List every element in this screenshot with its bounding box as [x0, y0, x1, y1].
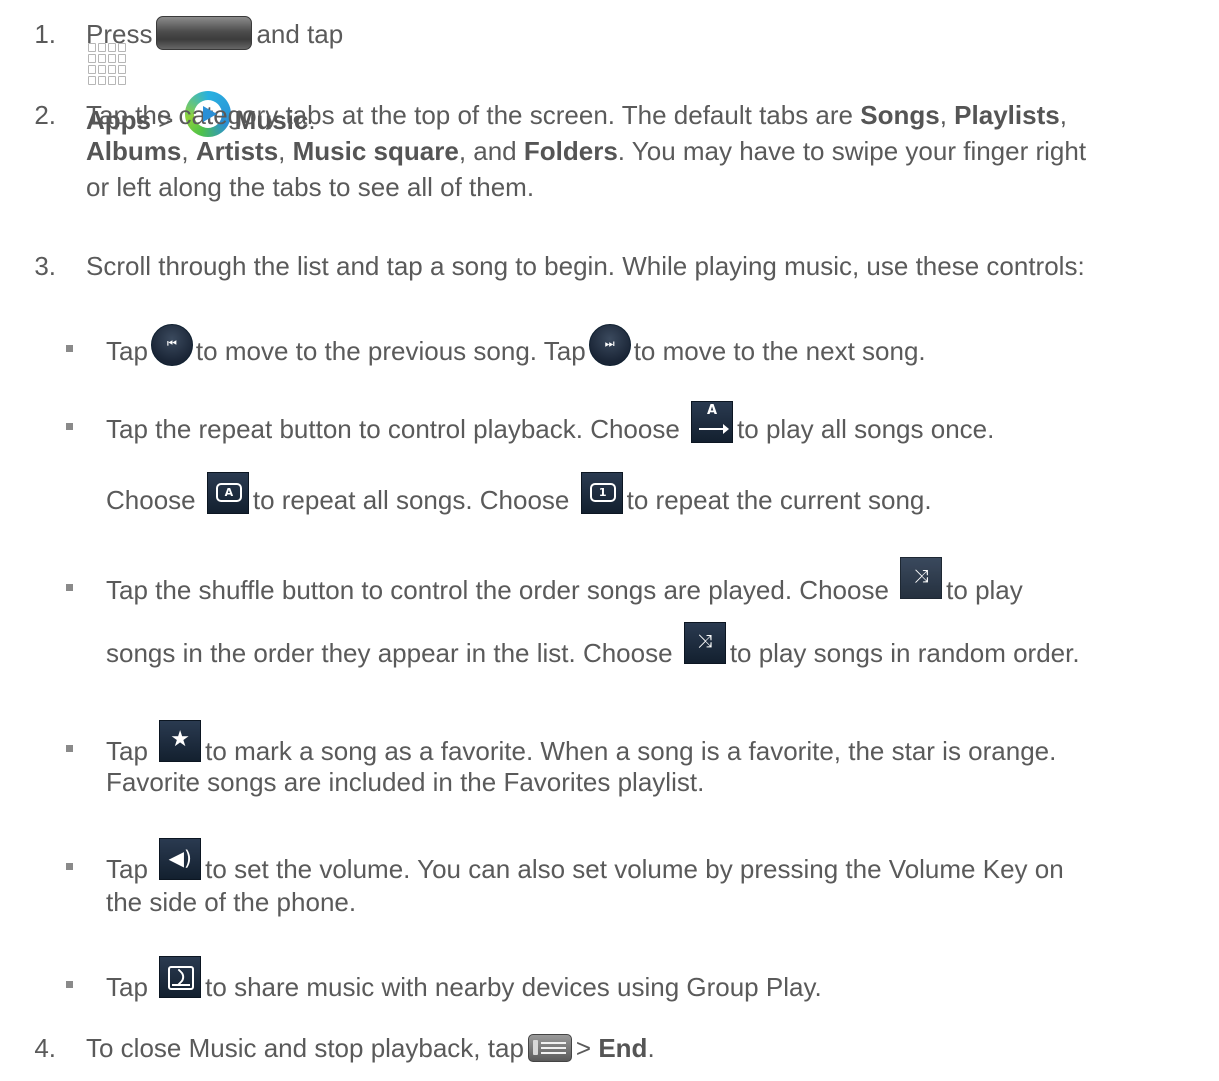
- previous-song-icon: ⏮: [150, 324, 193, 366]
- repeat-all-icon: A: [206, 472, 249, 514]
- bullet-marker: [66, 863, 73, 870]
- repeat-off-icon: A: [691, 401, 734, 443]
- bullet-marker: [66, 745, 73, 752]
- group-play-icon: [159, 956, 202, 998]
- bullet-group-play: Tap to share music with nearby devices u…: [106, 956, 822, 1010]
- repeat-one-icon: 1: [580, 472, 623, 514]
- step-number: 4.: [34, 1033, 56, 1063]
- bullet-prev-next: Tap ⏮ to move to the previous song. Tap ⏭ to…: [106, 324, 926, 374]
- tab-folders-label: Folders: [523, 136, 618, 166]
- step-number: 3.: [34, 251, 56, 281]
- shuffle-off-icon: ⤨: [900, 557, 943, 599]
- step-number: 1.: [34, 19, 56, 49]
- tab-albums-label: Albums: [86, 136, 182, 166]
- bullet-repeat: Tap the repeat button to control playbac…: [106, 401, 995, 444]
- step-number: 2.: [34, 100, 56, 130]
- next-song-icon: ⏭: [588, 324, 631, 366]
- apps-grid-icon: [88, 43, 128, 89]
- tab-music-square-label: Music square: [292, 136, 459, 166]
- shuffle-on-icon: ⤨: [683, 622, 726, 664]
- bullet-shuffle: Tap the shuffle button to control the or…: [106, 557, 1023, 613]
- tab-playlists-label: Playlists: [954, 100, 1060, 130]
- bullet-marker: [66, 981, 73, 988]
- favorite-star-icon: ★: [159, 720, 202, 762]
- bullet-marker: [66, 345, 73, 352]
- menu-key-icon: [527, 1034, 572, 1063]
- end-label: End: [598, 1033, 648, 1063]
- bullet-marker: [66, 423, 73, 430]
- tab-artists-label: Artists: [195, 136, 279, 166]
- volume-icon: ◀): [159, 838, 202, 880]
- home-key-icon: [156, 16, 253, 51]
- tab-songs-label: Songs: [860, 100, 940, 130]
- bullet-marker: [66, 584, 73, 591]
